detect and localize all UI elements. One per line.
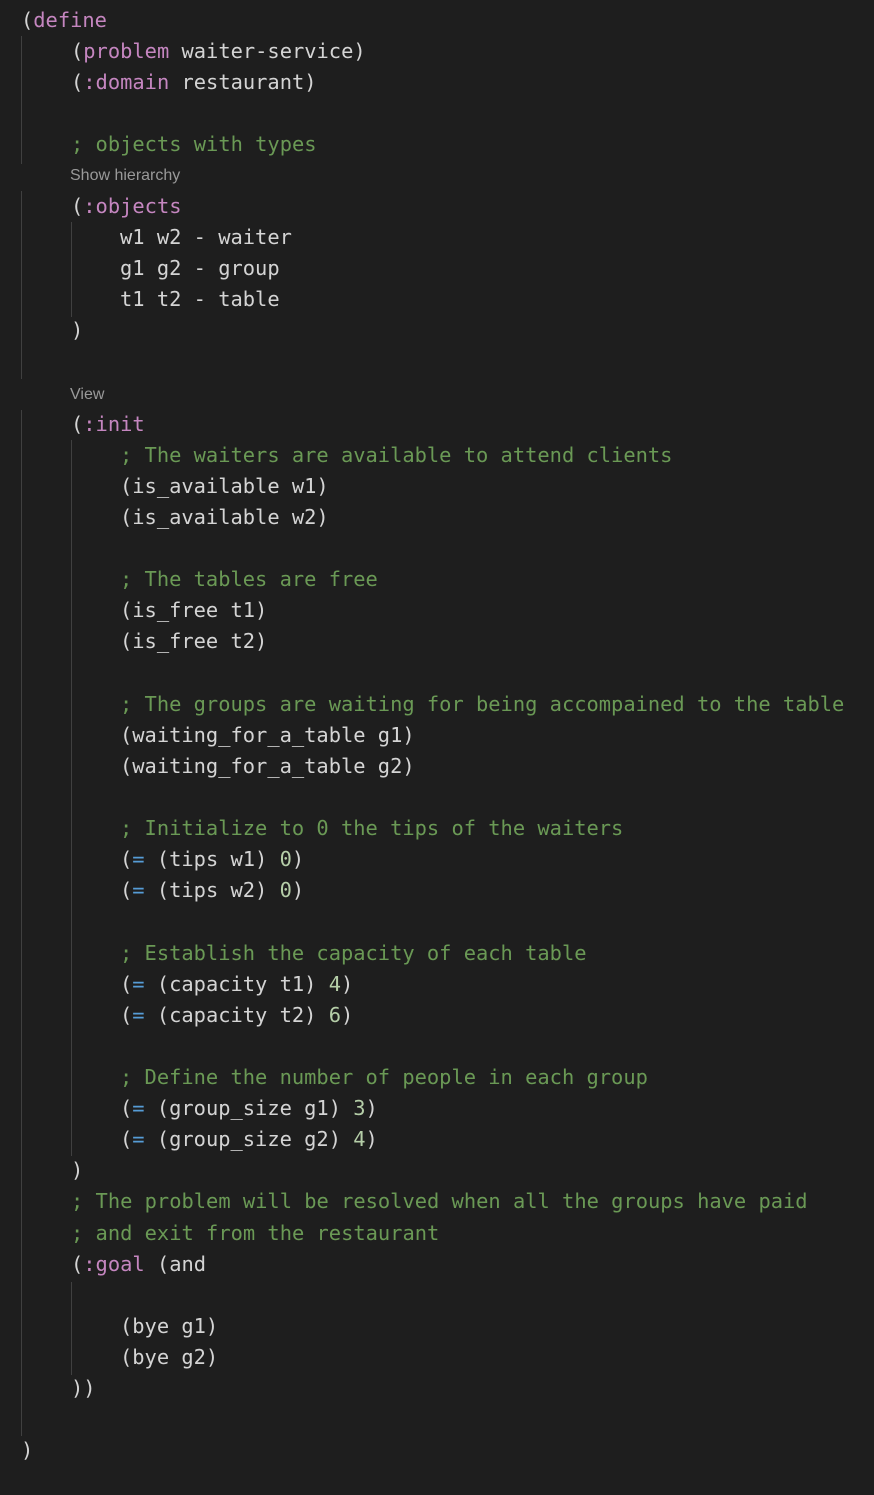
goal-and: (and bbox=[144, 1252, 207, 1276]
code-line[interactable]: (is_available w1) bbox=[120, 471, 329, 502]
number-literal: 4 bbox=[353, 1127, 366, 1151]
code-line[interactable]: (= (tips w1) 0) bbox=[120, 844, 304, 875]
code-line[interactable]: (bye g1) bbox=[120, 1311, 218, 1342]
code-line[interactable]: t1 t2 - table bbox=[120, 284, 280, 315]
codelens-show-hierarchy[interactable]: Show hierarchy bbox=[70, 160, 180, 191]
code-line[interactable]: (= (capacity t1) 4) bbox=[120, 969, 353, 1000]
keyword-init: :init bbox=[83, 412, 145, 436]
code-line[interactable]: (bye g2) bbox=[120, 1342, 218, 1373]
expression: (tips w1) bbox=[144, 847, 280, 871]
paren: ( bbox=[120, 972, 133, 996]
keyword-domain: :domain bbox=[83, 70, 170, 94]
indent-guide-level-2 bbox=[71, 1282, 72, 1375]
paren: ) bbox=[353, 39, 366, 63]
code-editor[interactable]: (define (problem waiter-service) (:domai… bbox=[0, 0, 874, 1495]
code-line[interactable]: (define bbox=[21, 5, 107, 36]
expression: (group_size g1) bbox=[144, 1096, 354, 1120]
code-line[interactable]: (waiting_for_a_table g1) bbox=[120, 720, 415, 751]
code-line[interactable]: (= (group_size g2) 4) bbox=[120, 1124, 378, 1155]
paren: ) bbox=[365, 1127, 378, 1151]
code-line[interactable]: )) bbox=[71, 1373, 96, 1404]
code-comment[interactable]: ; The waiters are available to attend cl… bbox=[120, 440, 672, 471]
indent-guide-level-1 bbox=[21, 36, 22, 164]
paren: ( bbox=[71, 194, 84, 218]
code-line[interactable]: (:domain restaurant) bbox=[71, 67, 317, 98]
number-literal: 6 bbox=[328, 1003, 341, 1027]
paren: ( bbox=[21, 8, 34, 32]
operator-equals: = bbox=[132, 878, 145, 902]
indent-guide-level-1 bbox=[21, 410, 22, 1436]
problem-name: waiter-service bbox=[169, 39, 354, 63]
paren: ) bbox=[341, 1003, 354, 1027]
operator-equals: = bbox=[132, 972, 145, 996]
paren: ) bbox=[304, 70, 317, 94]
operator-equals: = bbox=[132, 1127, 145, 1151]
paren: ( bbox=[120, 1127, 133, 1151]
code-comment[interactable]: ; and exit from the restaurant bbox=[71, 1218, 439, 1249]
code-line[interactable]: ) bbox=[71, 1155, 83, 1186]
code-line[interactable]: (is_available w2) bbox=[120, 502, 329, 533]
code-comment[interactable]: ; Establish the capacity of each table bbox=[120, 938, 587, 969]
paren: ( bbox=[120, 1096, 133, 1120]
code-comment[interactable]: ; Initialize to 0 the tips of the waiter… bbox=[120, 813, 623, 844]
code-line[interactable]: (is_free t1) bbox=[120, 595, 267, 626]
code-line[interactable]: (is_free t2) bbox=[120, 626, 267, 657]
paren: ( bbox=[71, 39, 84, 63]
expression: (tips w2) bbox=[144, 878, 280, 902]
code-line[interactable]: (problem waiter-service) bbox=[71, 36, 366, 67]
code-line[interactable]: (= (tips w2) 0) bbox=[120, 875, 304, 906]
code-line[interactable]: (= (group_size g1) 3) bbox=[120, 1093, 378, 1124]
code-line[interactable]: ) bbox=[21, 1435, 33, 1466]
paren: ) bbox=[341, 972, 354, 996]
expression: (capacity t1) bbox=[144, 972, 329, 996]
indent-guide-level-2 bbox=[71, 222, 72, 317]
domain-name: restaurant bbox=[169, 70, 305, 94]
keyword-problem: problem bbox=[83, 39, 170, 63]
indent-guide-level-2 bbox=[71, 440, 72, 1156]
paren: ( bbox=[120, 878, 133, 902]
paren: ) bbox=[291, 878, 305, 902]
code-line[interactable]: (:objects bbox=[71, 191, 182, 222]
code-comment[interactable]: ; objects with types bbox=[71, 129, 317, 160]
expression: (capacity t2) bbox=[144, 1003, 329, 1027]
code-line[interactable]: (= (capacity t2) 6) bbox=[120, 1000, 353, 1031]
code-line[interactable]: w1 w2 - waiter bbox=[120, 222, 292, 253]
keyword-define: define bbox=[33, 8, 107, 32]
code-comment[interactable]: ; Define the number of people in each gr… bbox=[120, 1062, 648, 1093]
paren: ( bbox=[71, 70, 84, 94]
paren: ) bbox=[365, 1096, 378, 1120]
paren: ) bbox=[291, 847, 305, 871]
operator-equals: = bbox=[132, 847, 145, 871]
paren: ( bbox=[120, 1003, 133, 1027]
indent-guide-level-1 bbox=[21, 191, 22, 379]
paren: ( bbox=[71, 1252, 84, 1276]
number-literal: 3 bbox=[353, 1096, 366, 1120]
code-line[interactable]: ) bbox=[71, 315, 83, 346]
code-comment[interactable]: ; The groups are waiting for being accom… bbox=[120, 689, 844, 720]
number-literal: 0 bbox=[279, 847, 292, 871]
codelens-view[interactable]: View bbox=[70, 379, 104, 410]
paren: ( bbox=[120, 847, 133, 871]
code-line[interactable]: (waiting_for_a_table g2) bbox=[120, 751, 415, 782]
keyword-goal: :goal bbox=[83, 1252, 145, 1276]
operator-equals: = bbox=[132, 1003, 145, 1027]
code-comment[interactable]: ; The problem will be resolved when all … bbox=[71, 1186, 808, 1217]
number-literal: 0 bbox=[279, 878, 292, 902]
number-literal: 4 bbox=[328, 972, 341, 996]
code-comment[interactable]: ; The tables are free bbox=[120, 564, 378, 595]
code-line[interactable]: (:init bbox=[71, 409, 145, 440]
expression: (group_size g2) bbox=[144, 1127, 354, 1151]
operator-equals: = bbox=[132, 1096, 145, 1120]
code-line[interactable]: (:goal (and bbox=[71, 1249, 206, 1280]
paren: ( bbox=[71, 412, 84, 436]
code-line[interactable]: g1 g2 - group bbox=[120, 253, 280, 284]
keyword-objects: :objects bbox=[83, 194, 182, 218]
